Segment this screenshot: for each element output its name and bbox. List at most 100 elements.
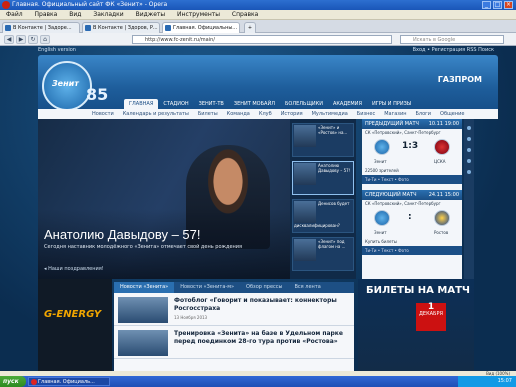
news-item[interactable]: Тренировка «Зенита» на базе в Удельном п… (114, 326, 354, 359)
news-date: 13 Ноября 2013 (174, 315, 208, 320)
subnav-item[interactable]: Календарь и результаты (123, 111, 189, 117)
subnav-item[interactable]: Мультимедиа (312, 111, 348, 117)
tab-zenit-m-news[interactable]: Новости «Зенита-м» (174, 282, 240, 293)
tab-press-review[interactable]: Обзор прессы (240, 282, 288, 293)
start-button[interactable]: пуск (0, 376, 26, 387)
nav-games[interactable]: ИГРЫ И ПРИЗЫ (367, 99, 416, 109)
forward-icon[interactable]: ▶ (16, 35, 26, 44)
sub-nav: Новости Календарь и результаты Билеты Коман… (38, 109, 498, 119)
tab-label: В Контакте | Здоров, Р... (93, 25, 158, 31)
next-match-score: : (408, 212, 412, 222)
zenit-badge-icon (374, 139, 390, 155)
site-header: Зенит 85 ГАЗПРОМ ГЛАВНАЯ СТАДИОН ЗЕНИТ-ТВ З… (38, 55, 498, 111)
next-match-date: 24.11 15:00 (428, 192, 459, 198)
nav-home[interactable]: ГЛАВНАЯ (124, 99, 159, 109)
next-match-venue: СК «Петровский», Санкт-Петербург (365, 201, 441, 206)
tab-label: Главная. Официальны... (173, 25, 238, 31)
prev-match-row[interactable]: 1:3 (362, 137, 462, 159)
subnav-item[interactable]: Магазин (384, 111, 406, 117)
menu-widgets[interactable]: Виджеты (136, 11, 166, 18)
menu-bookmarks[interactable]: Закладки (93, 11, 123, 18)
tickets-banner[interactable]: БИЛЕТЫ НА МАТЧ 1 ДЕКАБРЯ (358, 279, 474, 371)
home-icon[interactable]: ⌂ (40, 35, 50, 44)
rostov-badge-icon (434, 210, 450, 226)
matches-widget: ПРЕДЫДУЩИЙ МАТЧ 10.11 19:00 СК «Петровски… (362, 119, 462, 279)
login-links[interactable]: Вход • Регистрация RSS Поиск (413, 46, 494, 55)
nav-mobile[interactable]: ЗЕНИТ МОБАЙЛ (229, 99, 280, 109)
subnav-item[interactable]: Блоги (415, 111, 431, 117)
nav-zenit-tv[interactable]: ЗЕНИТ-ТВ (194, 99, 229, 109)
search-input[interactable]: Искать в Google (400, 35, 504, 44)
menu-tools[interactable]: Инструменты (177, 11, 220, 18)
buy-tickets-link[interactable]: Купить билеты (362, 238, 462, 246)
news-title[interactable]: Тренировка «Зенита» на базе в Удельном п… (174, 330, 344, 346)
next-match-links[interactable]: Ти-Ти • Текст • Фото (362, 246, 462, 255)
browser-tab-active[interactable]: Главная. Официальны... (162, 22, 240, 33)
hero-title[interactable]: Анатолию Давыдову – 57! (44, 227, 201, 242)
hero-link[interactable]: ◂ Наши поздравления! (44, 266, 104, 272)
next-match-header: СЛЕДУЮЩИЙ МАТЧ 24.11 15:00 (362, 190, 462, 200)
hero-banner[interactable]: Анатолию Давыдову – 57! Сегодня наставни… (38, 119, 290, 279)
menu-view[interactable]: Вид (69, 11, 81, 18)
anniversary-mark: 85 (86, 85, 109, 104)
taskbar-item-label: Главная. Официаль... (38, 379, 95, 385)
news-image (118, 297, 168, 323)
ticket-day: 1 (427, 302, 435, 312)
next-match-title: СЛЕДУЮЩИЙ МАТЧ (365, 192, 417, 198)
scroll-dot[interactable] (467, 148, 471, 152)
scroll-dot[interactable] (467, 159, 471, 163)
taskbar: пуск Главная. Официаль... 15:07 (0, 376, 516, 387)
prev-match-header: ПРЕДЫДУЩИЙ МАТЧ 10.11 19:00 (362, 119, 462, 129)
window-title: Главная. Официальный сайт ФК «Зенит» - O… (12, 1, 168, 8)
minimize-button[interactable]: _ (482, 1, 491, 9)
browser-tab[interactable]: В Контакте | Задоре... (2, 22, 80, 33)
subnav-item[interactable]: Новости (92, 111, 114, 117)
close-button[interactable]: × (504, 1, 513, 9)
zenit-logo[interactable]: Зенит (42, 61, 92, 111)
scroll-dot[interactable] (467, 126, 471, 130)
vk-icon (5, 25, 11, 31)
menu-file[interactable]: Файл (6, 11, 23, 18)
subnav-item[interactable]: Билеты (198, 111, 218, 117)
nav-fans[interactable]: БОЛЕЛЬЩИКИ (280, 99, 328, 109)
url-input[interactable]: http://www.fc-zenit.ru/main/ (132, 35, 392, 44)
reload-icon[interactable]: ↻ (28, 35, 38, 44)
thumb-item[interactable]: «Зенит» под флагом на ... (292, 237, 354, 271)
new-tab-button[interactable]: + (244, 22, 256, 33)
thumb-item[interactable]: «Зенит» и «Ростов» на... (292, 123, 354, 157)
news-image (118, 330, 168, 356)
subnav-item[interactable]: История (281, 111, 303, 117)
subnav-item[interactable]: Общение (440, 111, 464, 117)
menu-edit[interactable]: Правка (35, 11, 58, 18)
thumb-item[interactable]: Анатолию Давыдову – 57! (292, 161, 354, 195)
gazprom-logo[interactable]: ГАЗПРОМ (438, 75, 482, 84)
tab-label: В Контакте | Задоре... (13, 25, 72, 31)
news-title[interactable]: Фотоблог «Говорит и показывает: коннекто… (174, 297, 344, 313)
next-match-row[interactable]: : (362, 208, 462, 230)
browser-tab[interactable]: В Контакте | Здоров, Р... (82, 22, 160, 33)
scroll-dot[interactable] (467, 170, 471, 174)
prev-match-links[interactable]: Ти-Ти • Текст • Фото (362, 175, 462, 184)
g-energy-ad[interactable]: G-ENERGY (38, 279, 112, 371)
subnav-item[interactable]: Клуб (259, 111, 272, 117)
thumb-item[interactable]: Денисов будет дисквалифицирован? (292, 199, 354, 233)
scroll-dot[interactable] (467, 137, 471, 141)
nav-academy[interactable]: АКАДЕМИЯ (328, 99, 367, 109)
subnav-item[interactable]: Команда (227, 111, 250, 117)
tab-all-feed[interactable]: Вся лента (289, 282, 327, 293)
subnav-item[interactable]: Бизнес (357, 111, 375, 117)
site-top-strip: English version Вход • Регистрация RSS П… (38, 46, 498, 55)
thumb-text: «Зенит» под флагом на ... (318, 239, 346, 249)
nav-stadium[interactable]: СТАДИОН (158, 99, 193, 109)
thumb-text: «Зенит» и «Ростов» на... (318, 125, 348, 135)
attendance: 22500 зрителей (365, 168, 399, 173)
taskbar-item-opera[interactable]: Главная. Официаль... (28, 377, 110, 386)
tab-zenit-news[interactable]: Новости «Зенита» (114, 282, 175, 293)
maximize-button[interactable]: □ (493, 1, 502, 9)
matches-scroller[interactable] (464, 119, 474, 279)
menu-help[interactable]: Справка (232, 11, 258, 18)
back-icon[interactable]: ◀ (4, 35, 14, 44)
english-version-link[interactable]: English version (38, 47, 76, 53)
news-item[interactable]: Фотоблог «Говорит и показывает: коннекто… (114, 293, 354, 326)
address-toolbar: ◀ ▶ ↻ ⌂ http://www.fc-zenit.ru/main/ Иск… (0, 33, 516, 46)
